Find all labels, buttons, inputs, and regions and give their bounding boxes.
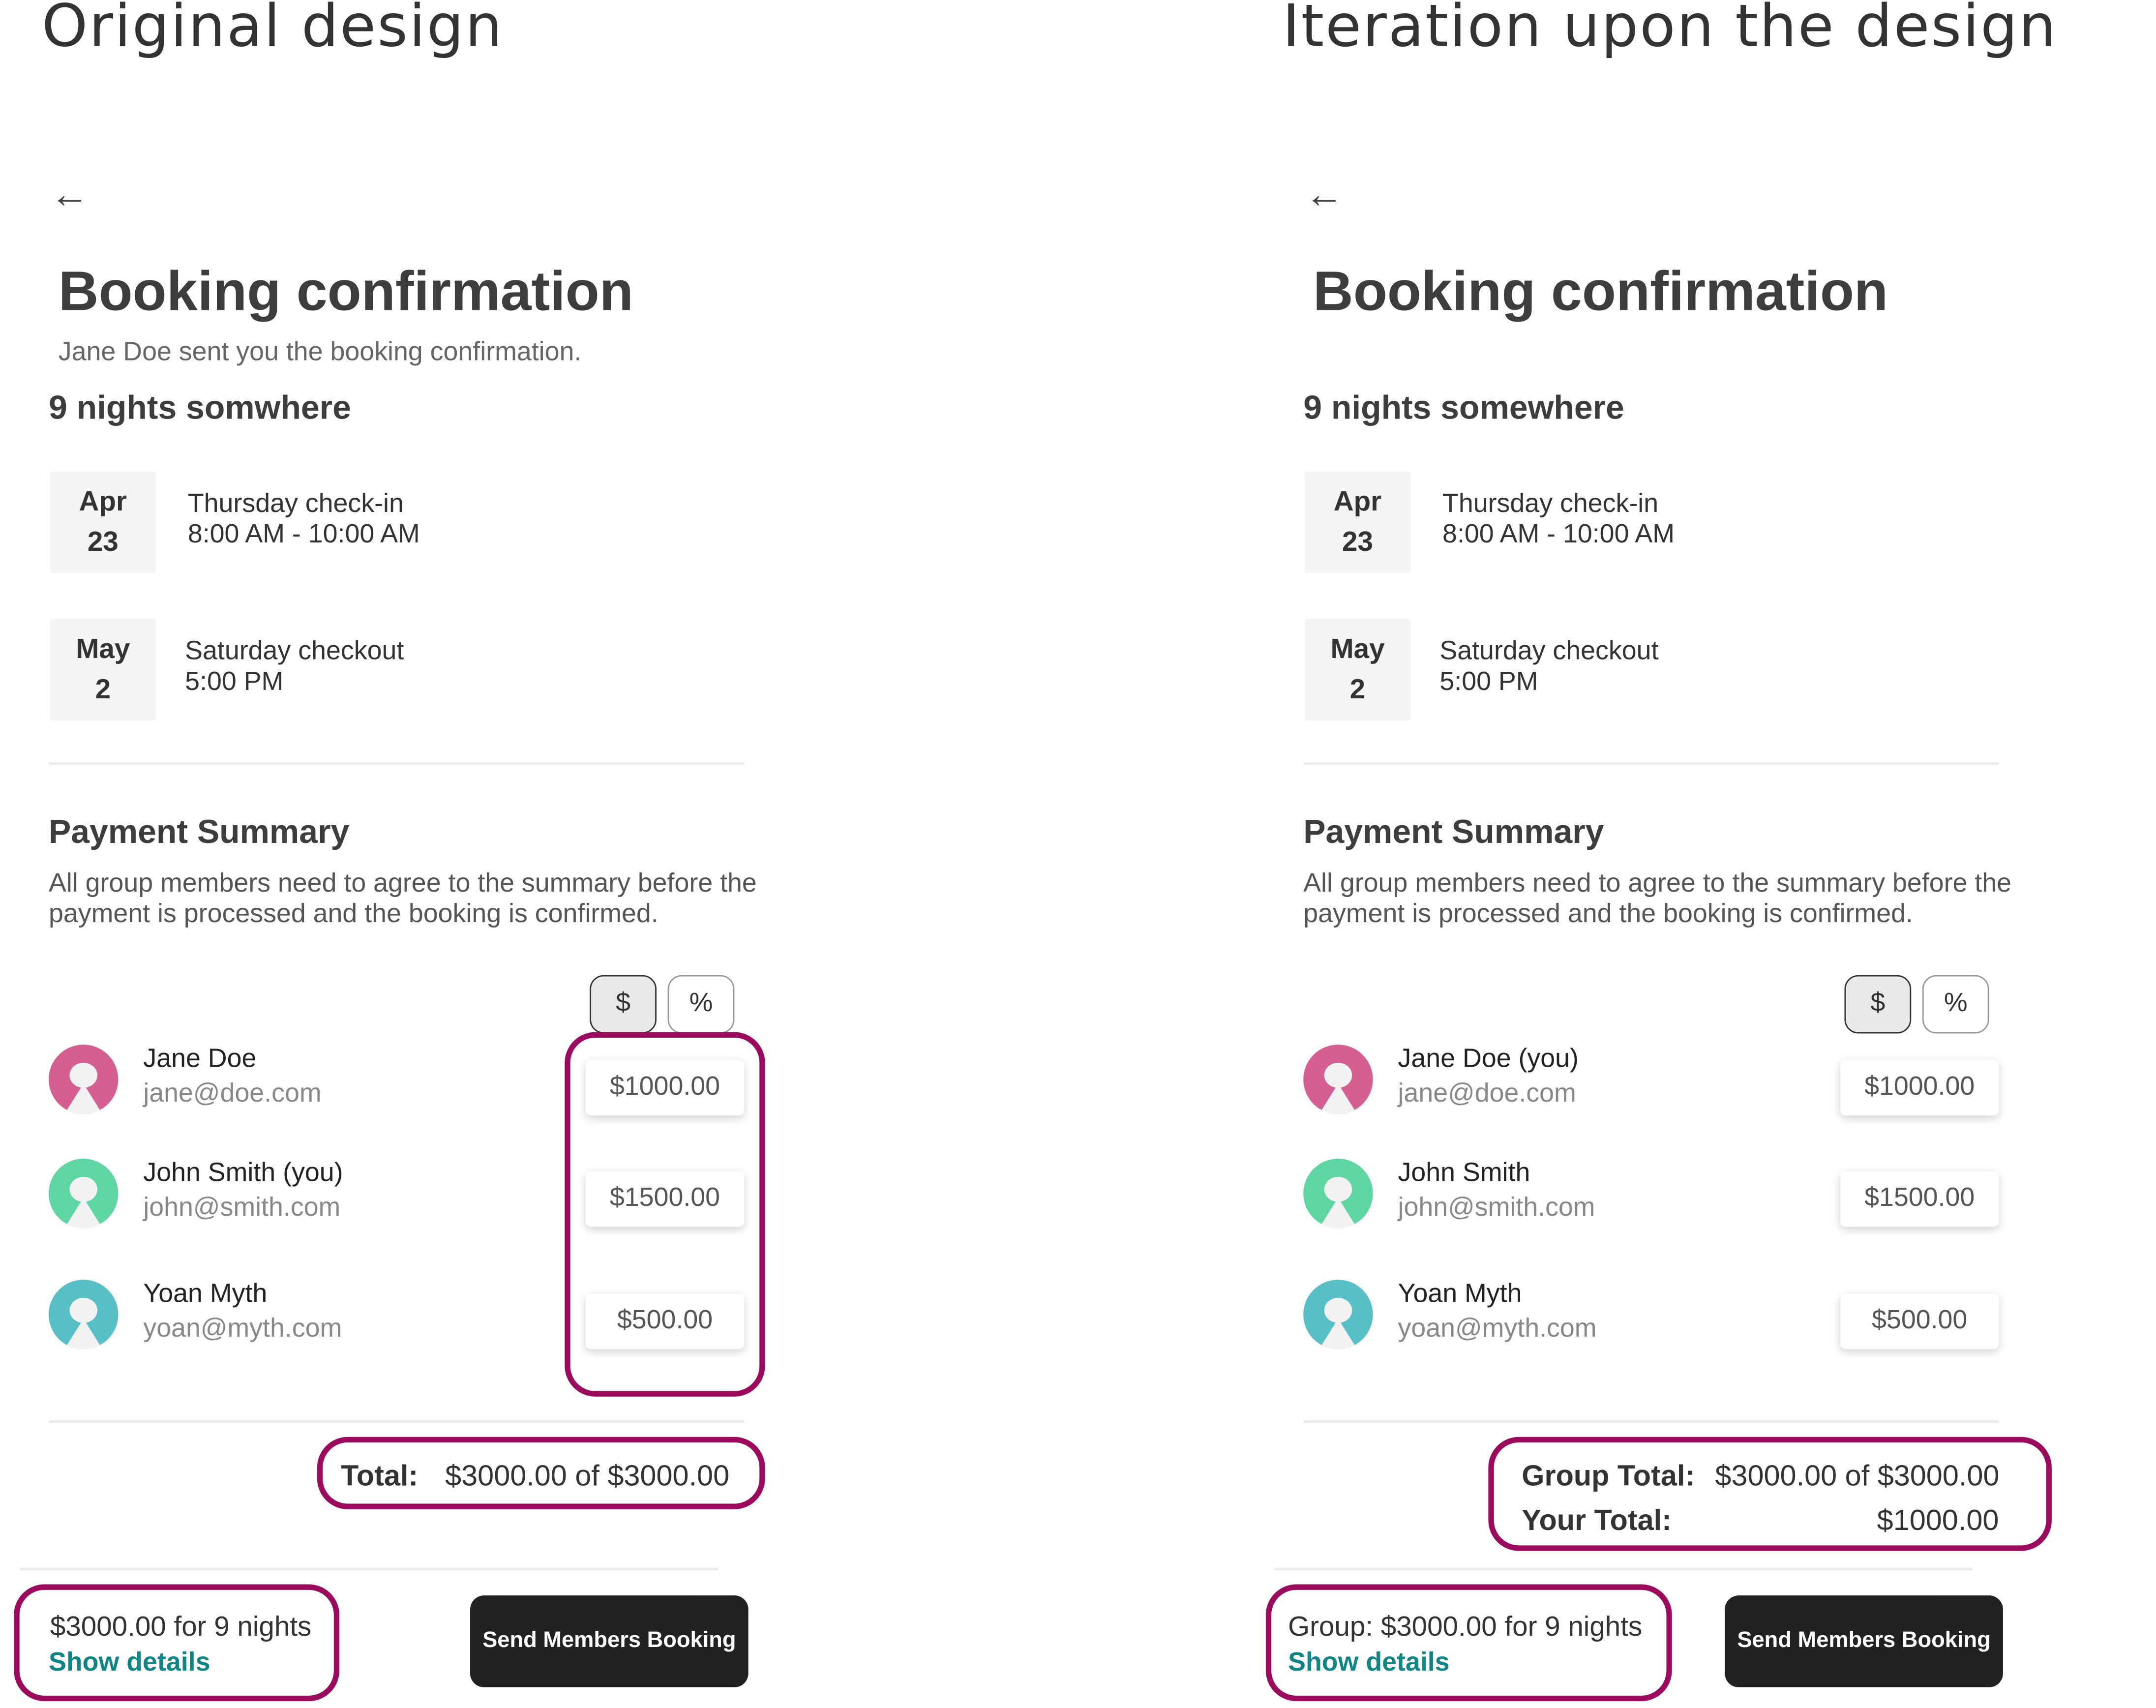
checkin-label: Thursday check-in [187, 489, 404, 519]
member-name: John Smith (you) [143, 1159, 343, 1188]
checkout-label: Saturday checkout [185, 637, 404, 666]
trip-title: 9 nights somwhere [48, 389, 351, 427]
divider [1303, 762, 1999, 765]
divider [1303, 1420, 1999, 1423]
amount-input[interactable]: $1500.00 [1840, 1171, 1999, 1227]
amount-input[interactable]: $1000.00 [1840, 1060, 1999, 1116]
iteration-design-panel: Iteration upon the design ← Booking conf… [1255, 0, 2145, 1708]
page-title: Booking confirmation [58, 261, 633, 323]
payment-summary-description: All group members need to agree to the s… [1303, 869, 2012, 929]
percent-toggle[interactable]: % [667, 975, 735, 1034]
member-name: Jane Doe (you) [1398, 1045, 1579, 1074]
avatar [48, 1159, 119, 1229]
dollar-toggle[interactable]: $ [1844, 975, 1912, 1034]
panel-heading: Iteration upon the design [1282, 0, 2058, 60]
checkin-info: Thursday check-in 8:00 AM - 10:00 AM [1442, 490, 1675, 551]
avatar [1303, 1280, 1373, 1349]
checkout-month: May [1330, 634, 1385, 665]
divider [48, 762, 745, 765]
checkout-day: 2 [1349, 674, 1366, 705]
page-subtitle: Jane Doe sent you the booking confirmati… [58, 338, 582, 367]
total-value: $3000.00 of $3000.00 [445, 1460, 730, 1493]
divider [48, 1420, 745, 1423]
send-members-booking-button[interactable]: Send Members Booking [1725, 1595, 2003, 1687]
member-email: jane@doe.com [143, 1079, 322, 1109]
trip-title: 9 nights somewhere [1303, 389, 1624, 427]
payment-summary-description: All group members need to agree to the s… [48, 869, 757, 929]
group-total-label: Group Total: [1522, 1460, 1695, 1493]
divider [19, 1567, 718, 1571]
checkin-month: Apr [79, 486, 127, 518]
member-email: john@smith.com [143, 1193, 341, 1223]
group-total-value: $3000.00 of $3000.00 [1715, 1460, 2000, 1493]
avatar [1303, 1045, 1373, 1114]
member-name: Jane Doe [143, 1045, 257, 1074]
checkin-month: Apr [1333, 486, 1382, 518]
member-email: john@smith.com [1398, 1193, 1595, 1223]
checkin-day: 23 [87, 527, 119, 558]
page-title: Booking confirmation [1313, 261, 1888, 323]
checkin-date: Apr 23 [1305, 471, 1410, 573]
avatar [48, 1280, 119, 1349]
avatar [1303, 1159, 1373, 1229]
member-email: yoan@myth.com [143, 1314, 342, 1344]
divider [1274, 1567, 1973, 1571]
dollar-toggle[interactable]: $ [590, 975, 657, 1034]
checkin-label: Thursday check-in [1442, 489, 1659, 519]
payment-summary-title: Payment Summary [1303, 813, 1604, 851]
checkin-date: Apr 23 [50, 471, 156, 573]
checkout-month: May [76, 634, 130, 665]
arrow-left-icon[interactable]: ← [50, 173, 89, 217]
show-details-link[interactable]: Show details [1288, 1648, 1449, 1679]
payment-summary-title: Payment Summary [48, 813, 350, 851]
highlight-amounts [565, 1032, 765, 1397]
percent-toggle[interactable]: % [1922, 975, 1989, 1034]
member-name: Yoan Myth [1398, 1280, 1522, 1309]
checkout-time: 5:00 PM [1439, 667, 1538, 697]
checkout-info: Saturday checkout 5:00 PM [185, 637, 404, 698]
panel-heading: Original design [41, 0, 504, 60]
member-email: jane@doe.com [1398, 1079, 1576, 1109]
checkin-time: 8:00 AM - 10:00 AM [187, 520, 420, 550]
footer-price: Group: $3000.00 for 9 nights [1288, 1612, 1643, 1643]
checkout-info: Saturday checkout 5:00 PM [1439, 637, 1658, 698]
member-email: yoan@myth.com [1398, 1314, 1597, 1344]
checkout-label: Saturday checkout [1439, 637, 1659, 666]
amount-input[interactable]: $500.00 [1840, 1293, 1999, 1349]
footer-price: $3000.00 for 9 nights [50, 1612, 312, 1643]
send-members-booking-button[interactable]: Send Members Booking [470, 1595, 749, 1687]
checkin-info: Thursday check-in 8:00 AM - 10:00 AM [188, 490, 420, 551]
your-total-label: Your Total: [1522, 1505, 1672, 1537]
member-name: Yoan Myth [143, 1280, 268, 1309]
arrow-left-icon[interactable]: ← [1305, 173, 1344, 217]
checkin-time: 8:00 AM - 10:00 AM [1442, 520, 1675, 550]
checkin-day: 23 [1342, 527, 1373, 558]
checkout-time: 5:00 PM [185, 667, 284, 697]
member-name: John Smith [1398, 1159, 1530, 1188]
checkout-date: May 2 [1305, 619, 1410, 721]
your-total-value: $1000.00 [1877, 1505, 1999, 1537]
avatar [48, 1045, 119, 1114]
checkout-day: 2 [95, 674, 111, 705]
show-details-link[interactable]: Show details [49, 1648, 210, 1679]
total-label: Total: [340, 1460, 419, 1493]
checkout-date: May 2 [50, 619, 156, 721]
original-design-panel: Original design ← Booking confirmation J… [0, 0, 779, 1708]
